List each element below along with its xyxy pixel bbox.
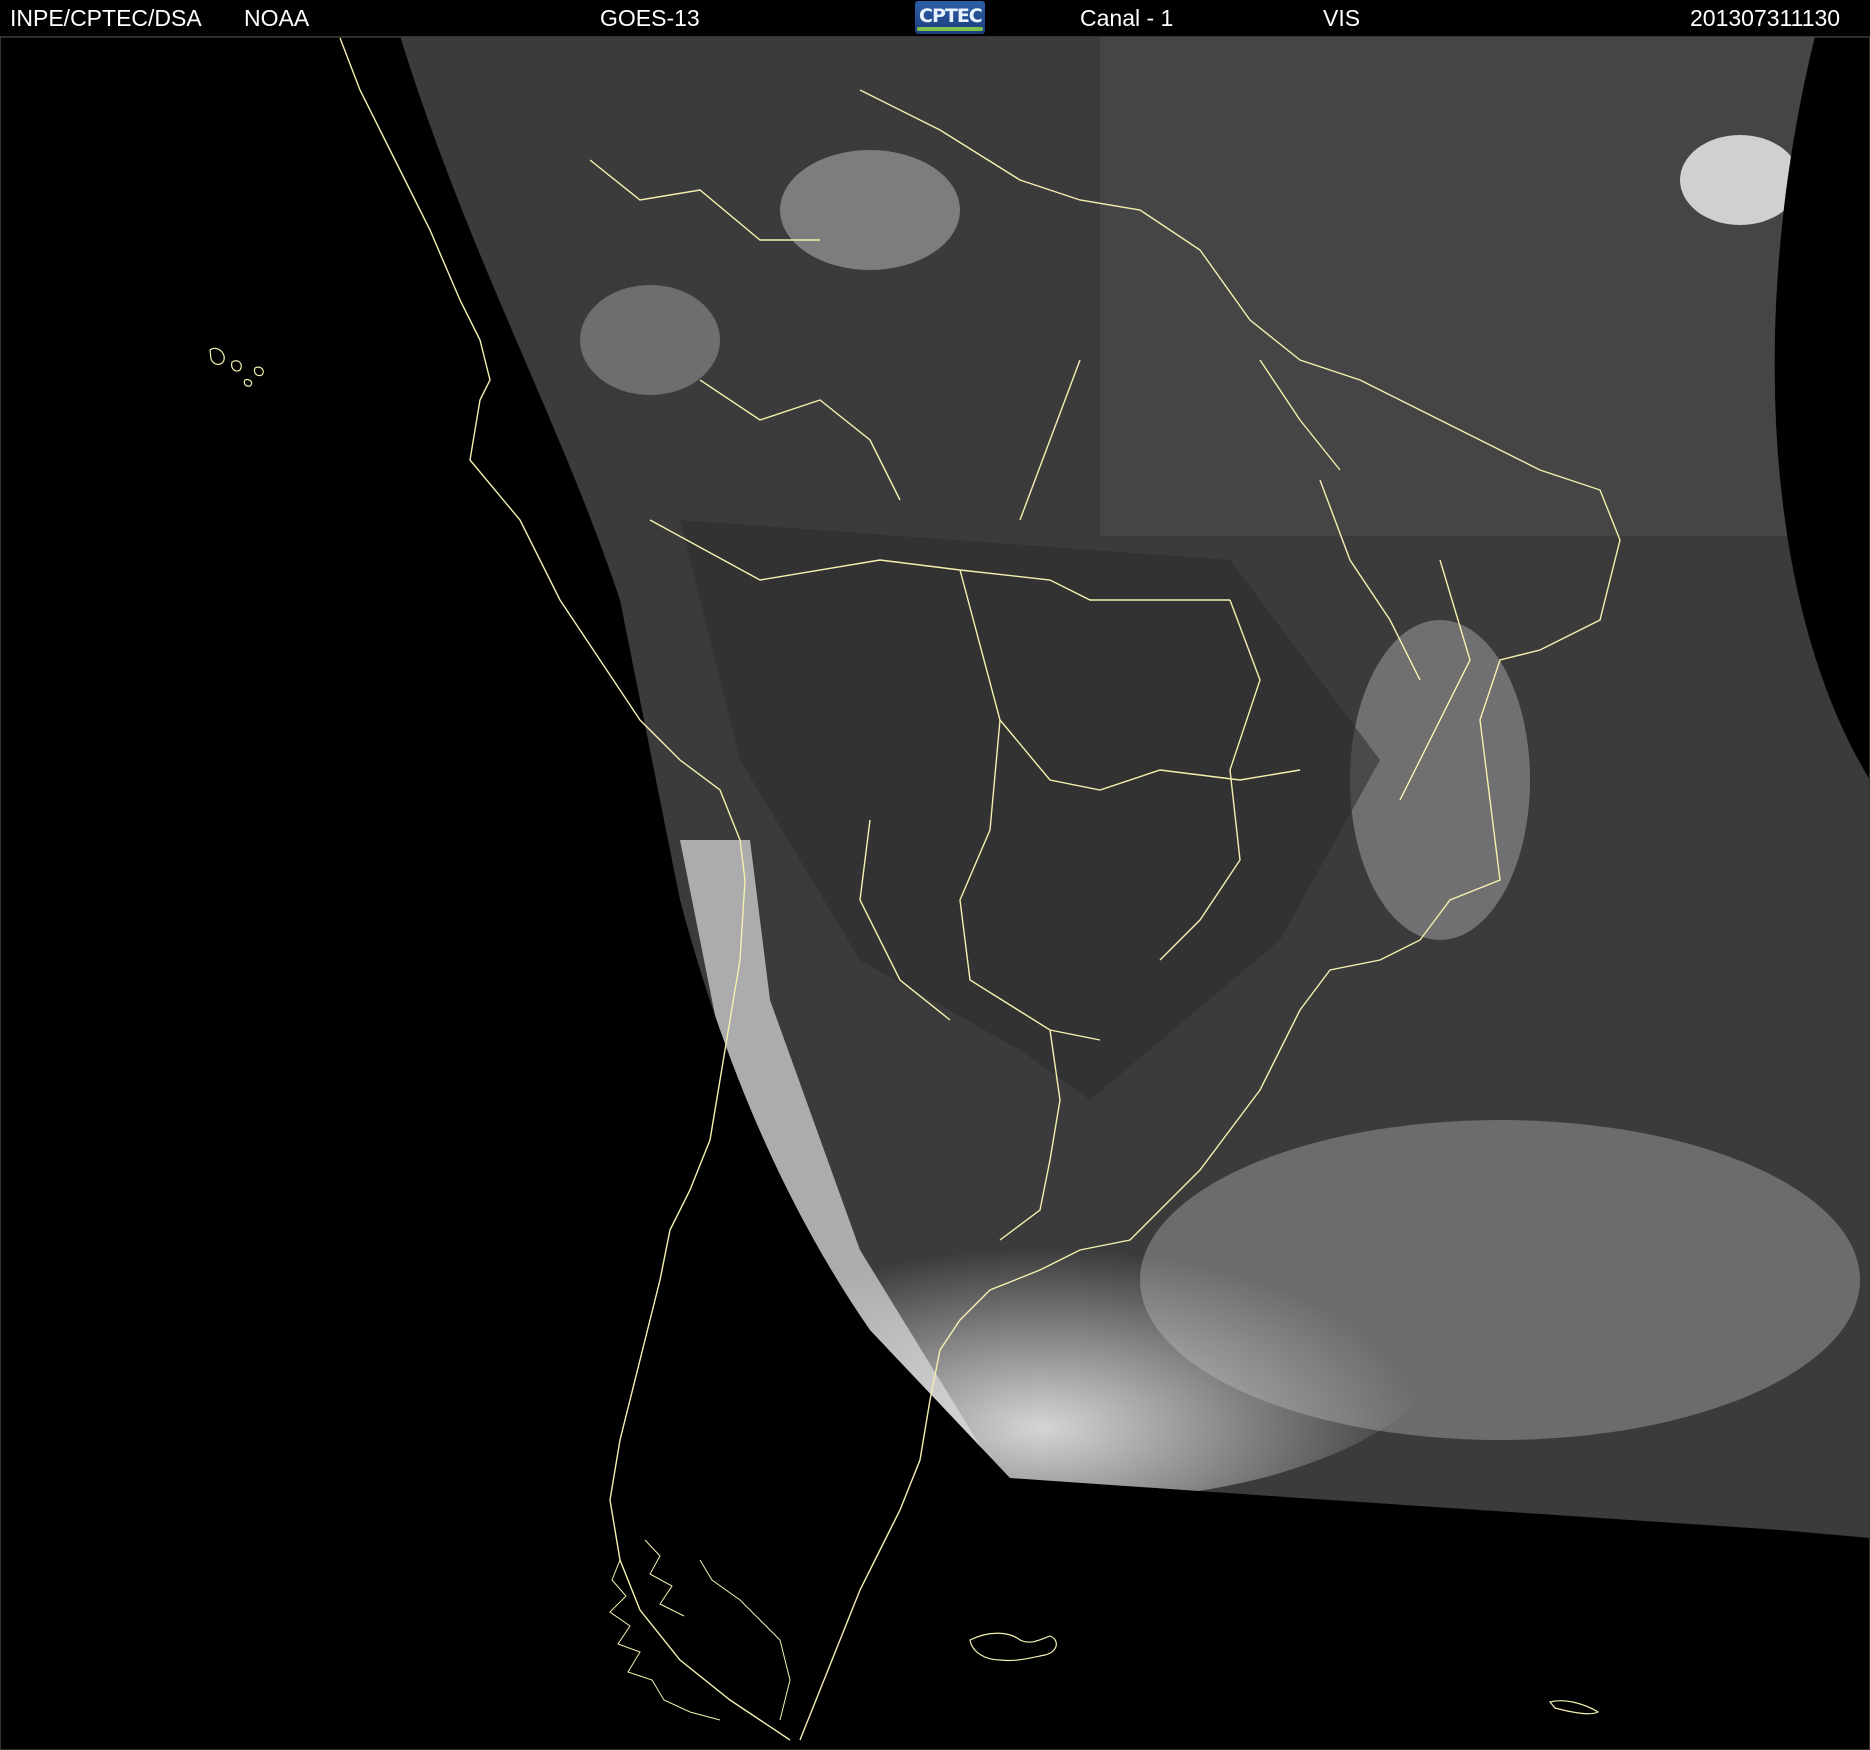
channel-label: Canal - 1 bbox=[1080, 5, 1174, 31]
south-georgia-island bbox=[1548, 1700, 1600, 1715]
logo-swoosh bbox=[917, 27, 983, 31]
logo-text: CPTEC bbox=[919, 5, 983, 27]
falkland-islands bbox=[969, 1632, 1057, 1662]
band-label: VIS bbox=[1323, 5, 1361, 31]
satellite-swath bbox=[400, 36, 1870, 1538]
satellite-map-svg bbox=[209, 36, 1870, 1741]
satellite-label: GOES-13 bbox=[600, 5, 700, 31]
satellite-map bbox=[0, 36, 1870, 1750]
galapagos-islands bbox=[209, 347, 264, 387]
agency-label: INPE/CPTEC/DSA bbox=[10, 5, 202, 31]
source-label: NOAA bbox=[244, 5, 310, 31]
timestamp-label: 201307311130 bbox=[1690, 5, 1841, 31]
header-bar: INPE/CPTEC/DSA NOAA GOES-13 CPTEC Canal … bbox=[0, 0, 1870, 38]
cptec-logo-icon: CPTEC bbox=[915, 1, 985, 34]
chile-fjords bbox=[609, 1539, 791, 1721]
